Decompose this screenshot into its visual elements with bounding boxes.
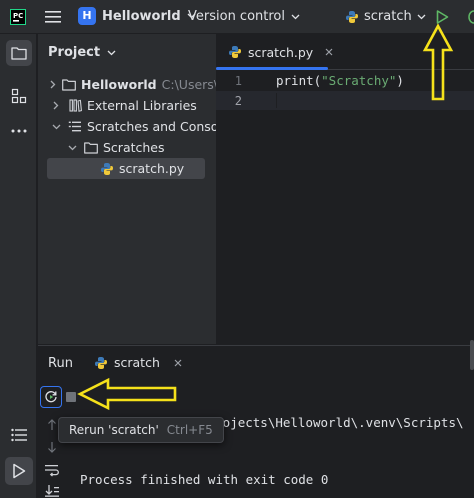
annotation-arrow-left-icon bbox=[77, 377, 177, 411]
project-tool-button[interactable] bbox=[6, 40, 32, 66]
close-icon[interactable] bbox=[325, 48, 333, 56]
main-menu-icon[interactable] bbox=[45, 10, 61, 24]
vcs-widget[interactable]: Version control bbox=[188, 9, 300, 24]
run-config-selector[interactable]: scratch bbox=[345, 9, 426, 24]
folder-icon bbox=[11, 47, 27, 60]
python-file-icon bbox=[100, 162, 114, 176]
text-caret bbox=[276, 93, 277, 108]
run-button[interactable] bbox=[436, 10, 449, 24]
tree-item-label: Scratches bbox=[103, 140, 165, 155]
code-token-string: "Scratchy" bbox=[321, 73, 397, 88]
active-tab-indicator bbox=[216, 67, 328, 70]
line-number: 1 bbox=[234, 74, 242, 88]
run-config-label: scratch bbox=[364, 9, 412, 24]
debug-button[interactable] bbox=[466, 9, 474, 25]
project-panel-header[interactable]: Project bbox=[48, 45, 116, 60]
chevron-down-icon[interactable] bbox=[66, 142, 78, 154]
project-panel-title: Project bbox=[48, 45, 101, 60]
line-number: 2 bbox=[234, 94, 242, 108]
project-badge: H bbox=[78, 7, 96, 25]
run-tab-scratch[interactable]: scratch bbox=[94, 355, 182, 370]
project-panel: Project Helloworld C:\Users\ho External … bbox=[38, 34, 236, 344]
editor-scrollbar[interactable] bbox=[470, 340, 474, 370]
code-token-call: print( bbox=[276, 73, 322, 88]
vcs-label: Version control bbox=[188, 9, 285, 24]
python-file-icon bbox=[228, 45, 242, 59]
close-icon[interactable] bbox=[174, 359, 182, 367]
scroll-up-icon[interactable] bbox=[47, 419, 57, 431]
soft-wrap-icon[interactable] bbox=[45, 464, 59, 477]
svg-text:PC: PC bbox=[13, 12, 23, 20]
app-logo-icon[interactable]: PC bbox=[10, 9, 26, 25]
run-tool-button[interactable] bbox=[5, 457, 33, 485]
stop-button[interactable] bbox=[66, 392, 76, 402]
chevron-down-icon bbox=[107, 50, 116, 56]
rerun-icon bbox=[45, 391, 57, 403]
scroll-to-end-icon[interactable] bbox=[45, 485, 59, 497]
folder-icon bbox=[84, 141, 98, 155]
annotation-arrow-up-icon bbox=[422, 23, 454, 101]
tree-item-scratch-py[interactable]: scratch.py bbox=[47, 158, 205, 179]
tree-item-scratches[interactable]: Scratches bbox=[66, 137, 165, 158]
python-icon bbox=[345, 10, 359, 24]
tooltip-shortcut: Ctrl+F5 bbox=[166, 423, 213, 437]
tool-window-strip bbox=[0, 34, 37, 498]
folder-icon bbox=[62, 78, 76, 92]
scratches-icon bbox=[68, 120, 82, 134]
chevron-right-icon[interactable] bbox=[50, 100, 62, 112]
chevron-down-icon[interactable] bbox=[50, 121, 62, 133]
todo-tool-button[interactable] bbox=[6, 422, 32, 448]
scroll-down-icon[interactable] bbox=[47, 441, 57, 453]
tree-item-external-libraries[interactable]: External Libraries bbox=[50, 95, 197, 116]
tree-item-label: scratch.py bbox=[119, 161, 185, 176]
more-horizontal-icon bbox=[11, 129, 27, 133]
project-name: Helloworld bbox=[102, 8, 181, 24]
run-panel-title: Run bbox=[48, 356, 73, 371]
play-icon bbox=[13, 463, 26, 479]
more-tools-button[interactable] bbox=[6, 118, 32, 144]
tree-item-helloworld[interactable]: Helloworld C:\Users\ho bbox=[50, 74, 216, 95]
run-tab-label: scratch bbox=[114, 355, 160, 370]
tree-item-scratches-and-consoles[interactable]: Scratches and Consoles bbox=[50, 116, 236, 137]
title-bar: PC H Helloworld Version control scratch bbox=[0, 0, 474, 34]
project-widget[interactable]: H Helloworld bbox=[78, 7, 196, 25]
chevron-down-icon bbox=[291, 14, 300, 20]
console-exit-message: Process finished with exit code 0 bbox=[80, 472, 329, 487]
rerun-button[interactable] bbox=[40, 386, 62, 408]
code-token-paren: ) bbox=[396, 73, 404, 88]
rerun-tooltip: Rerun 'scratch' Ctrl+F5 bbox=[58, 417, 224, 443]
code-line[interactable]: print("Scratchy") bbox=[276, 73, 404, 88]
tree-item-label: Scratches and Consoles bbox=[87, 119, 237, 134]
chevron-right-icon[interactable] bbox=[50, 79, 56, 91]
tree-item-path: C:\Users\ho bbox=[161, 77, 216, 92]
editor-tab-label: scratch.py bbox=[248, 44, 314, 60]
structure-tool-button[interactable] bbox=[6, 83, 32, 109]
list-icon bbox=[11, 428, 27, 442]
tree-item-label: External Libraries bbox=[87, 98, 197, 113]
tooltip-text: Rerun 'scratch' bbox=[69, 423, 159, 437]
editor-tab-scratch-py[interactable]: scratch.py bbox=[216, 34, 343, 70]
python-icon bbox=[94, 356, 108, 370]
structure-icon bbox=[11, 88, 27, 104]
library-icon bbox=[68, 99, 82, 113]
tree-item-label: Helloworld bbox=[81, 77, 157, 92]
chevron-down-icon bbox=[417, 14, 426, 20]
